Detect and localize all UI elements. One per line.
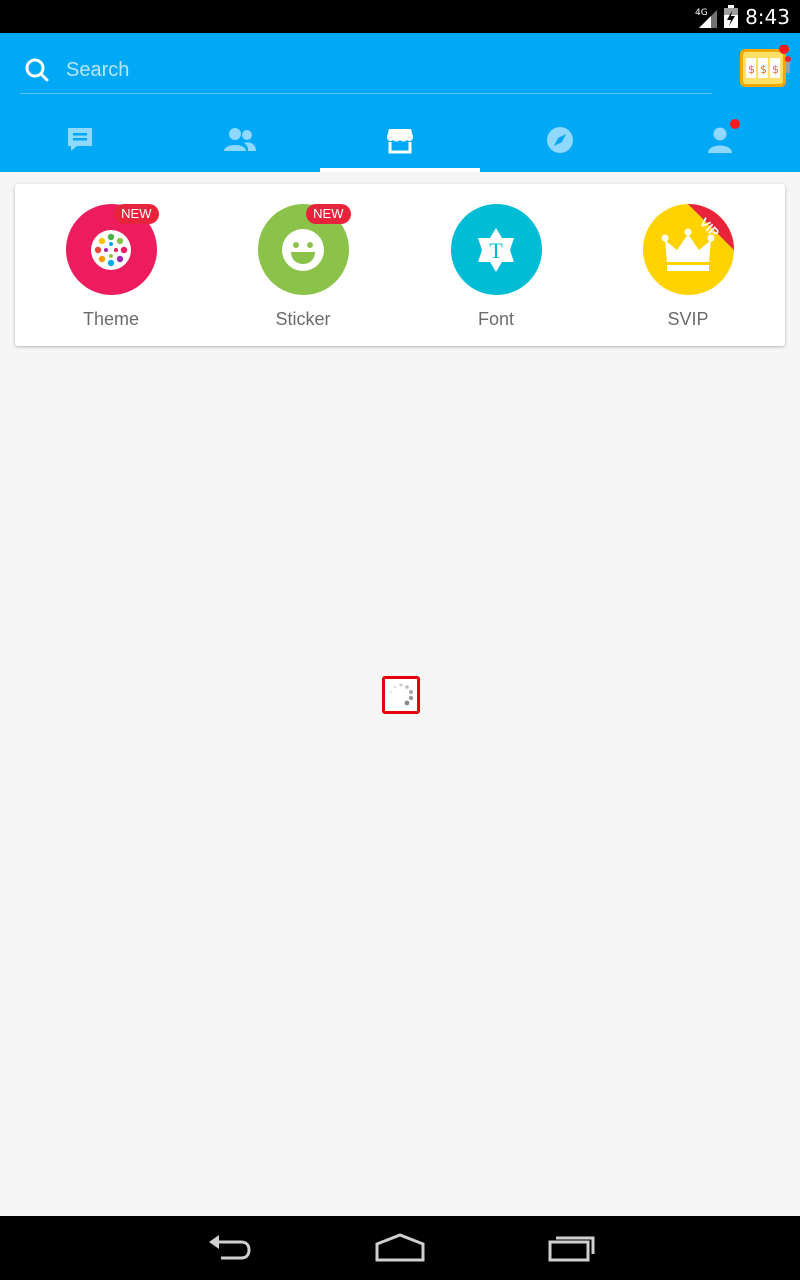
features-card: NEW Theme NEW Sticker T Font VIP SVIP: [15, 184, 785, 346]
signal-icon: 4G: [695, 8, 718, 28]
tab-bar: [0, 107, 800, 172]
home-button[interactable]: [374, 1230, 426, 1271]
home-icon: [375, 1233, 425, 1262]
svg-text:T: T: [489, 238, 503, 263]
tab-discover[interactable]: [480, 107, 640, 172]
feature-theme[interactable]: NEW Theme: [15, 184, 207, 346]
back-button[interactable]: [205, 1230, 255, 1271]
feature-sticker[interactable]: NEW Sticker: [207, 184, 399, 346]
feature-label: SVIP: [667, 309, 709, 329]
svg-text:$: $: [760, 63, 767, 76]
feature-label: Sticker: [275, 309, 331, 329]
search-bar[interactable]: [20, 33, 712, 94]
recents-icon: [548, 1236, 595, 1262]
tab-chats[interactable]: [0, 107, 160, 172]
font-icon: T: [450, 204, 542, 295]
search-input[interactable]: [64, 53, 668, 87]
feature-svip[interactable]: VIP SVIP: [592, 184, 784, 346]
contacts-icon: [224, 127, 256, 151]
svg-text:$: $: [748, 63, 755, 76]
tab-contacts[interactable]: [160, 107, 320, 172]
back-icon: [209, 1235, 251, 1260]
battery-icon: [724, 4, 739, 28]
search-icon: [25, 58, 49, 82]
status-bar: 4G 8:43: [0, 0, 800, 33]
feature-label: Font: [477, 309, 515, 329]
svg-text:$: $: [772, 63, 779, 76]
compass-icon: [547, 126, 573, 153]
recents-button[interactable]: [546, 1230, 598, 1271]
new-badge: NEW: [306, 204, 351, 224]
chat-icon: [68, 127, 92, 151]
slot-machine-button[interactable]: $ $ $: [738, 44, 792, 91]
profile-icon: [708, 127, 732, 153]
sticker-icon: NEW: [257, 204, 351, 295]
spinner-icon: [389, 683, 414, 706]
notification-dot: [730, 119, 740, 129]
crown-icon: VIP: [642, 204, 734, 295]
app-header: $ $ $: [0, 33, 800, 172]
theme-icon: NEW: [65, 204, 159, 295]
tab-profile[interactable]: [640, 107, 800, 172]
network-type: 4G: [695, 8, 708, 18]
feature-font[interactable]: T Font: [400, 184, 592, 346]
clock: 8:43: [745, 4, 790, 29]
store-icon: [387, 128, 413, 153]
slot-machine-icon: $ $ $: [740, 44, 791, 87]
tab-store[interactable]: [320, 107, 480, 172]
loading-spinner: [382, 676, 420, 714]
new-badge: NEW: [114, 204, 159, 224]
feature-label: Theme: [82, 309, 140, 329]
system-nav-bar: [0, 1216, 800, 1280]
